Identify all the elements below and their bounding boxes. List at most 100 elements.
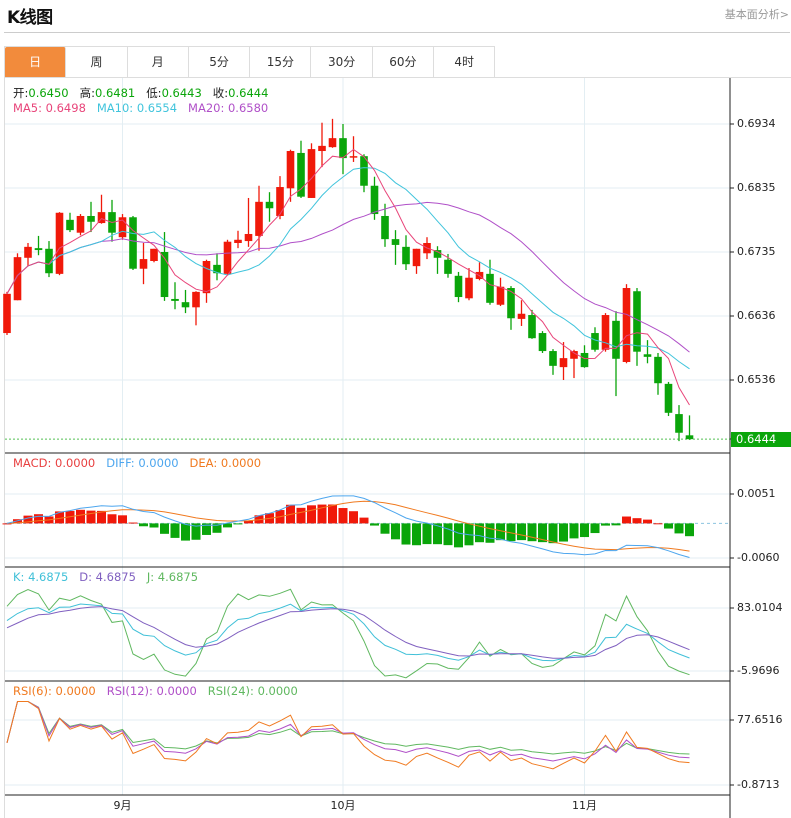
macd-tick: -0.0060 — [737, 551, 780, 564]
candle-body — [129, 217, 137, 269]
ma5-label: MA5: — [13, 101, 42, 115]
candle-body — [307, 149, 316, 198]
candle-body — [402, 246, 410, 265]
candle — [55, 212, 64, 276]
macd-bar — [107, 514, 117, 524]
candle — [538, 331, 547, 353]
close-value: 0.6444 — [228, 86, 269, 100]
candle — [580, 345, 589, 368]
candle-body — [454, 275, 463, 298]
dea-value: DEA: 0.0000 — [189, 456, 262, 470]
d-line — [6, 606, 690, 659]
candle — [118, 214, 127, 240]
candle — [685, 415, 694, 440]
candle — [13, 253, 22, 301]
macd-bar — [622, 516, 631, 524]
candle-body — [591, 333, 599, 350]
close-label: 收: — [212, 86, 229, 100]
rsi24-line — [6, 701, 690, 755]
candle-body — [580, 352, 589, 368]
candle-body — [255, 201, 263, 236]
candle-body — [150, 248, 158, 262]
candle — [549, 349, 557, 375]
macd-bar — [349, 511, 358, 524]
candle — [307, 143, 316, 198]
candle — [202, 259, 211, 303]
candle — [192, 291, 200, 326]
macd-bar — [580, 523, 589, 538]
candle-body — [370, 185, 379, 215]
candle-body — [559, 358, 568, 368]
candle-body — [328, 138, 337, 148]
candle-body — [318, 145, 326, 152]
candle-body — [265, 201, 274, 209]
macd-bar — [548, 523, 558, 544]
candle — [223, 239, 232, 276]
high-value: 0.6481 — [94, 86, 136, 100]
kdj-tick: 83.0104 — [737, 601, 783, 614]
candle-body — [528, 315, 536, 339]
candle — [328, 118, 337, 148]
candle-body — [171, 298, 179, 301]
rsi6-line — [6, 701, 690, 770]
macd-bar — [601, 523, 610, 526]
candle-body — [412, 248, 421, 267]
candle-body — [139, 259, 148, 269]
macd-bar — [76, 509, 85, 524]
candle — [66, 212, 74, 233]
candle — [654, 352, 662, 395]
ma5-value: 0.6498 — [45, 101, 86, 115]
macd-bar — [611, 523, 621, 526]
macd-bar — [454, 523, 463, 548]
candle-body — [66, 219, 74, 231]
candle-body — [381, 215, 389, 240]
open-label: 开: — [13, 86, 29, 100]
rsi6-value: RSI(6): 0.0000 — [13, 684, 96, 698]
high-label: 高: — [79, 86, 95, 100]
macd-bar — [307, 505, 316, 524]
kdj-legend: K: 4.6875 D: 4.6875 J: 4.6875 — [13, 570, 198, 584]
ma10-line — [6, 167, 690, 370]
price-tick: 0.6536 — [737, 373, 776, 386]
macd-tick: 0.0051 — [737, 487, 776, 500]
j-line — [6, 588, 690, 679]
candle-body — [276, 187, 284, 216]
macd-bar — [485, 523, 495, 543]
low-label: 低: — [146, 86, 162, 100]
candle — [234, 230, 242, 249]
candle — [465, 268, 473, 301]
candle-body — [24, 246, 32, 258]
candle — [24, 242, 32, 267]
macd-bar — [149, 523, 159, 528]
candle — [181, 289, 190, 314]
rsi-tick: -0.8713 — [737, 778, 780, 791]
candle — [601, 313, 610, 352]
candle-body — [13, 257, 22, 301]
candle-body — [570, 351, 578, 359]
candle-body — [612, 320, 620, 359]
macd-bar — [233, 523, 243, 525]
candle — [265, 192, 274, 222]
candle-body — [517, 313, 526, 319]
candle — [612, 311, 620, 397]
price-tick: 0.6735 — [737, 245, 776, 258]
price-tick: 0.6636 — [737, 309, 776, 322]
macd-bar — [527, 523, 537, 542]
macd-bar — [590, 523, 600, 534]
macd-bar — [338, 508, 348, 524]
candle-body — [675, 414, 683, 433]
macd-bar — [359, 517, 369, 524]
candle-body — [685, 435, 694, 440]
k-value: K: 4.6875 — [13, 570, 69, 584]
macd-bar — [569, 523, 579, 539]
macd-bar — [443, 523, 453, 546]
candle — [76, 214, 85, 236]
macd-bar — [181, 523, 190, 541]
candle-body — [538, 333, 547, 352]
candle — [402, 235, 410, 271]
candle — [3, 291, 11, 335]
candle — [213, 253, 221, 281]
candle — [664, 381, 673, 417]
rsi24-value: RSI(24): 0.0000 — [207, 684, 298, 698]
candle-body — [223, 241, 232, 274]
